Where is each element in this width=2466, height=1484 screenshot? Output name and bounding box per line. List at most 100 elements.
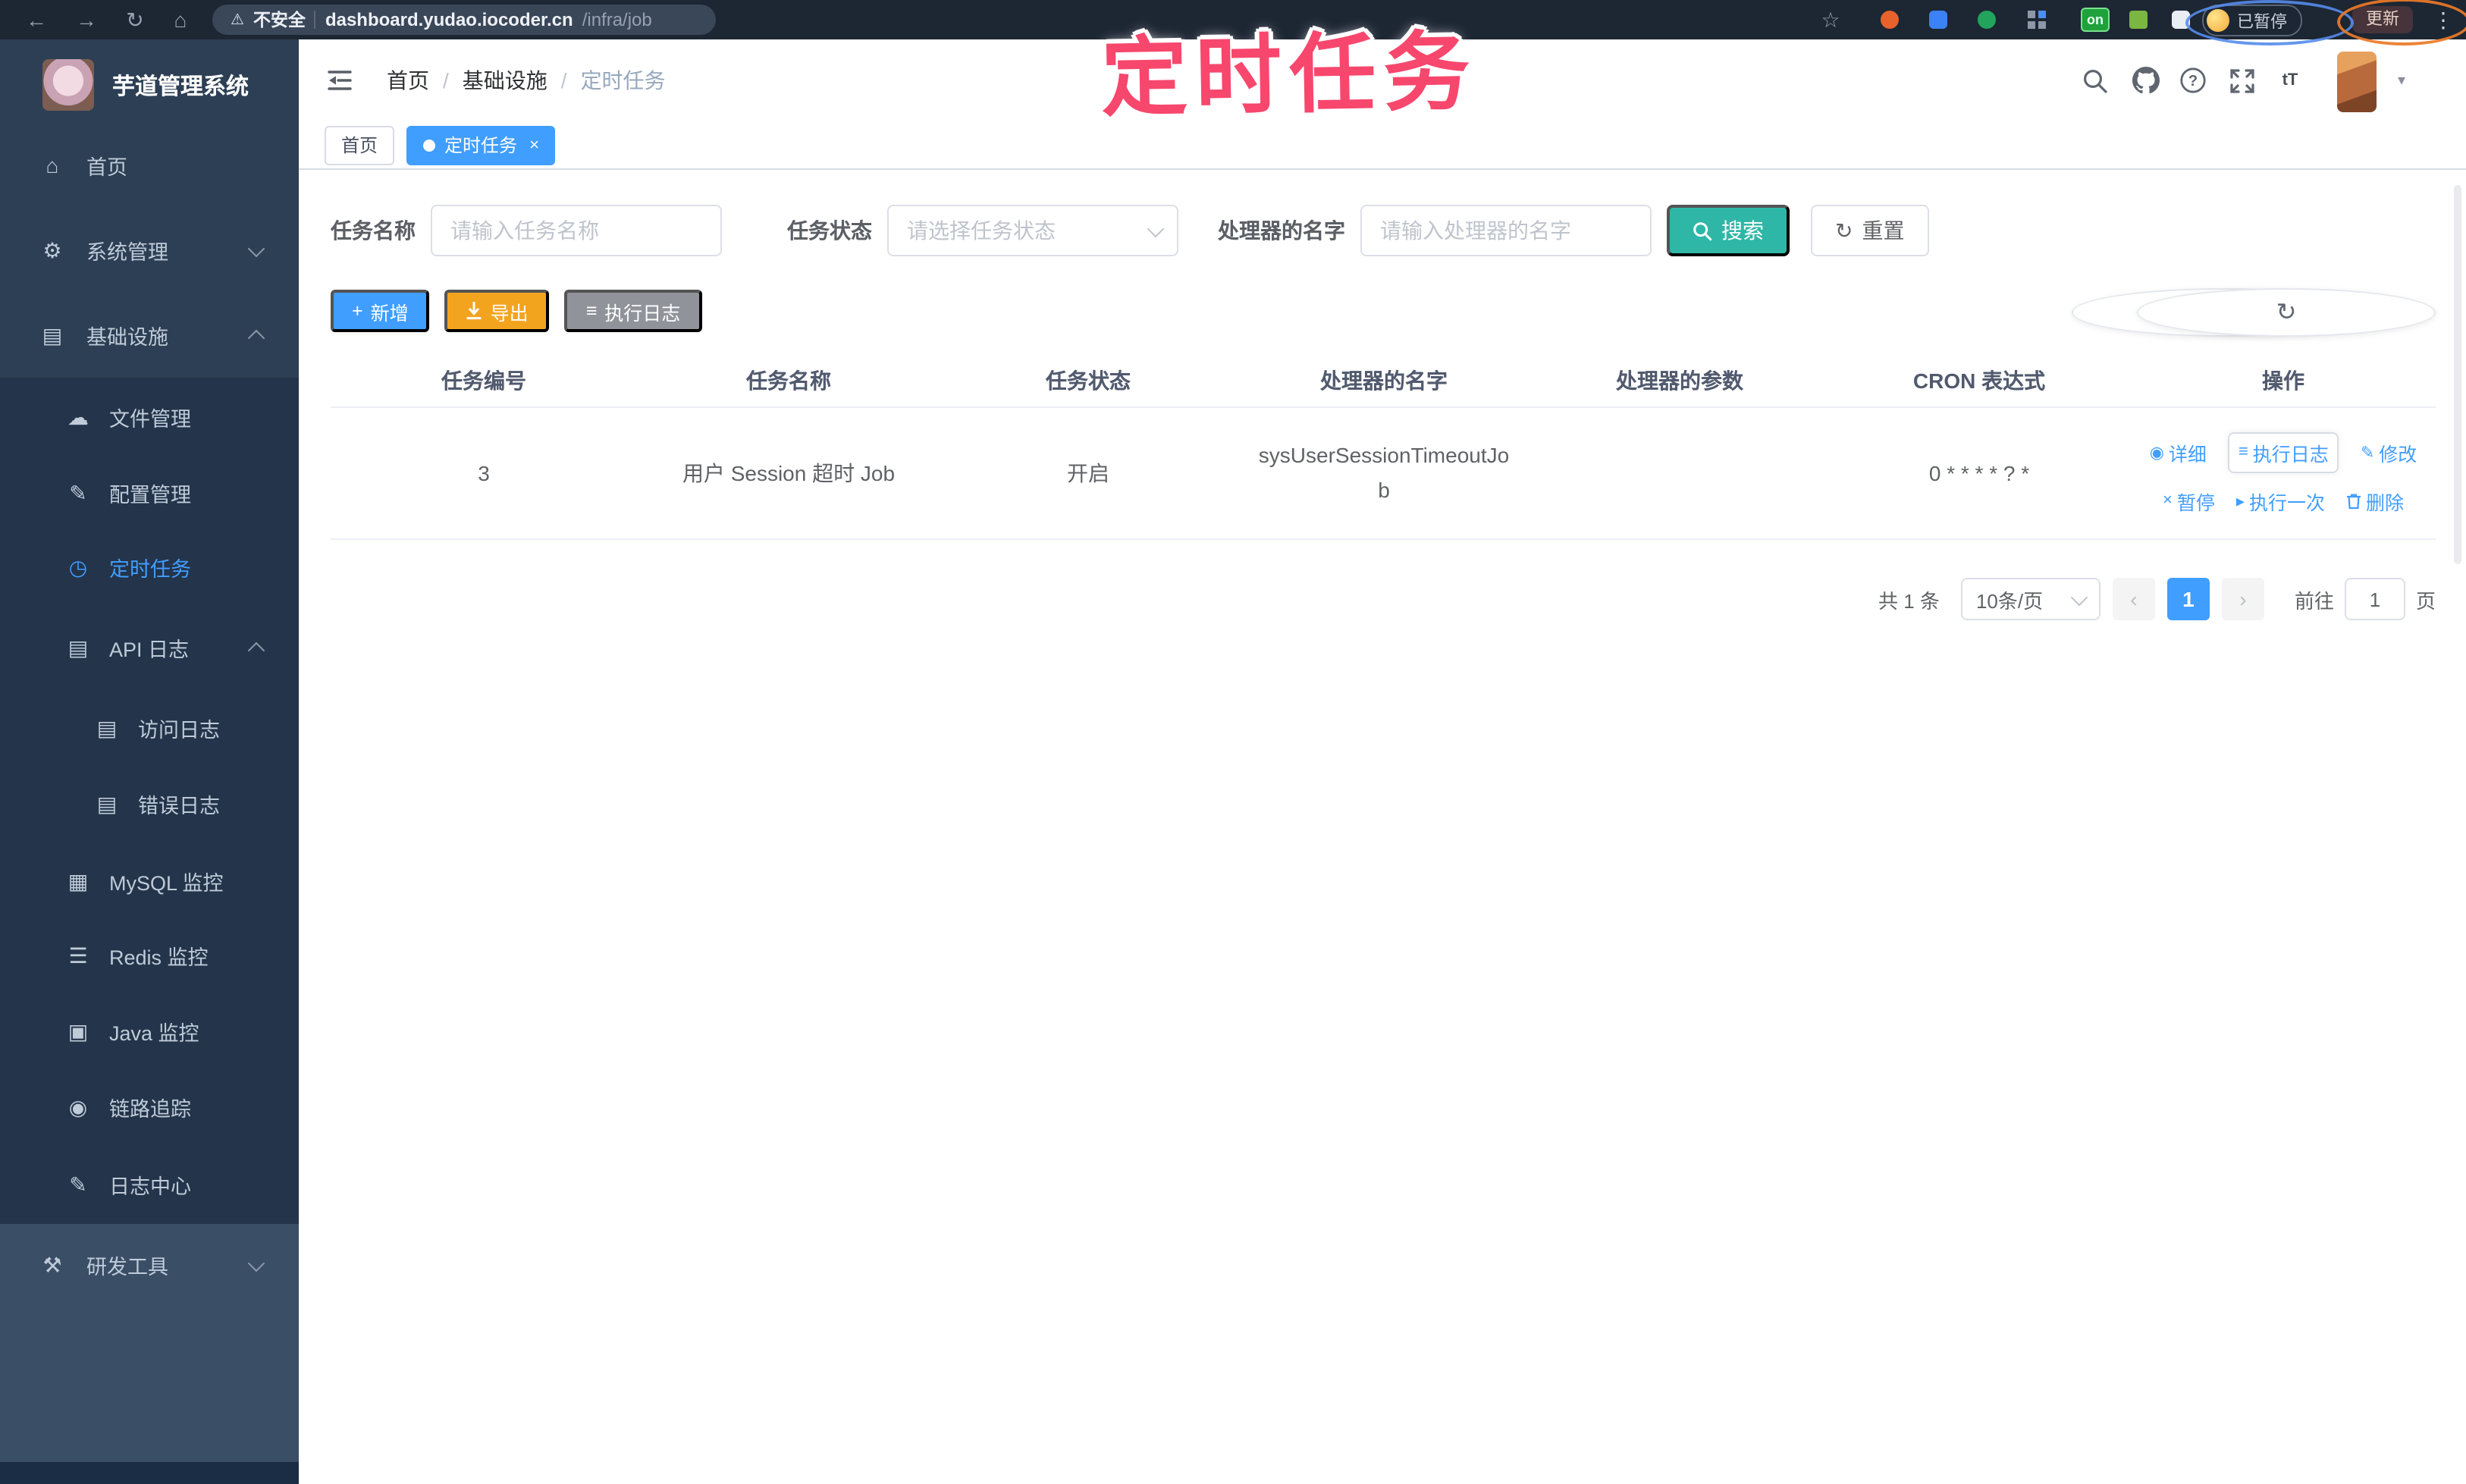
database-icon: ▦	[67, 868, 89, 893]
breadcrumb-infrastructure[interactable]: 基础设施	[463, 65, 547, 96]
help-icon[interactable]: ?	[2175, 39, 2211, 121]
job-status-select[interactable]: 请选择任务状态	[887, 205, 1178, 256]
breadcrumb-separator: /	[443, 68, 449, 93]
col-handler-name: 处理器的名字	[1320, 369, 1448, 393]
refresh-icon: ↻	[2276, 300, 2297, 326]
exec-log-button[interactable]: ≡ 执行日志	[564, 290, 702, 332]
security-label[interactable]: 不安全	[253, 8, 306, 32]
svg-text:?: ?	[2188, 73, 2198, 89]
extension-blue-icon[interactable]	[1929, 11, 1947, 29]
bookmark-star-icon[interactable]: ☆	[1817, 0, 1844, 39]
log-icon: ▤	[96, 715, 118, 739]
github-icon[interactable]	[2128, 39, 2164, 121]
sidebar-item-dev-tools[interactable]: ⚒ 研发工具	[0, 1227, 299, 1303]
sidebar-item-label: API 日志	[109, 638, 190, 661]
plus-icon: +	[352, 300, 363, 322]
tab-cron-job[interactable]: 定时任务 ×	[406, 125, 556, 165]
sidebar-item-label: 链路追踪	[109, 1098, 191, 1121]
goto-page-input[interactable]	[2344, 578, 2405, 620]
paused-badge-label: 已暂停	[2237, 13, 2287, 31]
sidebar-item-home[interactable]: ⌂ 首页	[0, 123, 299, 208]
reset-button-label: 重置	[1862, 218, 1905, 243]
user-avatar[interactable]	[2337, 52, 2377, 112]
extension-grid-icon[interactable]	[2028, 11, 2046, 29]
search-icon[interactable]	[2076, 39, 2113, 121]
url-domain[interactable]: dashboard.yudao.iocoder.cn	[325, 9, 573, 30]
download-icon	[467, 302, 482, 320]
avatar-caret-icon[interactable]: ▾	[2398, 39, 2405, 121]
job-table: 任务编号 任务名称 任务状态 处理器的名字 处理器的参数 CRON 表达式 操作…	[331, 355, 2436, 540]
export-button[interactable]: 导出	[444, 290, 550, 332]
sidebar-item-infrastructure[interactable]: ▤ 基础设施	[0, 293, 299, 378]
delete-link[interactable]: 删除	[2346, 486, 2404, 515]
sidebar-item-label: 定时任务	[109, 558, 191, 581]
handler-name-input[interactable]	[1360, 205, 1652, 256]
infrastructure-icon: ▤	[42, 322, 63, 347]
extension-leaf-icon[interactable]	[2129, 11, 2148, 29]
breadcrumb-separator: /	[560, 68, 567, 93]
sidebar-item-mysql-monitor[interactable]: ▦ MySQL 监控	[0, 843, 299, 919]
sidebar-item-api-log[interactable]: ▤ API 日志	[0, 610, 299, 686]
sidebar-item-label: 研发工具	[86, 1256, 168, 1278]
sidebar-item-cron-job[interactable]: ◷ 定时任务	[0, 529, 299, 605]
logo-avatar	[42, 59, 94, 111]
browser-reload-icon[interactable]: ↻	[121, 0, 149, 39]
browser-home-icon[interactable]: ⌂	[167, 0, 194, 39]
run-once-link[interactable]: ▸ 执行一次	[2236, 486, 2325, 515]
on-badge[interactable]: on	[2081, 8, 2110, 32]
page-scrollbar[interactable]	[2454, 185, 2461, 564]
update-button[interactable]: 更新	[2352, 6, 2413, 33]
breadcrumb-current: 定时任务	[580, 68, 666, 93]
next-page-button[interactable]: ›	[2221, 578, 2264, 620]
sidebar-item-label: 访问日志	[138, 719, 220, 742]
job-name-input[interactable]	[431, 205, 722, 256]
extension-orange-icon[interactable]	[1881, 11, 1899, 29]
fullscreen-icon[interactable]	[2223, 39, 2260, 121]
sidebar-collapse-icon[interactable]	[326, 68, 353, 100]
table-toolbar: + 新增 导出 ≡ 执行日志 ↻	[331, 288, 2436, 337]
pause-link[interactable]: × 暂停	[2163, 486, 2215, 515]
cell-job-id: 3	[478, 461, 490, 485]
page-size-select[interactable]: 10条/页	[1960, 578, 2100, 620]
breadcrumb-home[interactable]: 首页	[387, 65, 429, 96]
exec-log-link[interactable]: ≡ 执行日志	[2227, 431, 2339, 472]
browser-forward-icon[interactable]: →	[73, 0, 100, 39]
select-placeholder: 请选择任务状态	[907, 218, 1056, 243]
profile-paused-chip[interactable]: 已暂停	[2202, 5, 2302, 36]
top-navbar: 首页 / 基础设施 / 定时任务 ? tT ▾	[299, 39, 2466, 123]
col-job-name: 任务名称	[746, 369, 831, 393]
edit-icon: ✎	[69, 480, 87, 504]
extension-green-icon[interactable]	[1978, 11, 1996, 29]
add-button[interactable]: + 新增	[331, 290, 430, 332]
col-handler-param: 处理器的参数	[1616, 369, 1743, 393]
sidebar-item-config-manage[interactable]: ✎ 配置管理	[0, 455, 299, 531]
edit-link[interactable]: ✎ 修改	[2361, 431, 2417, 472]
extensions-puzzle-icon[interactable]	[2172, 11, 2190, 29]
page-1-button[interactable]: 1	[2166, 578, 2210, 620]
cell-job-name: 用户 Session 超时 Job	[682, 461, 896, 485]
search-button[interactable]: 搜索	[1667, 205, 1790, 256]
sidebar-item-log-center[interactable]: ✎ 日志中心	[0, 1147, 299, 1222]
sidebar-item-java-monitor[interactable]: ▣ Java 监控	[0, 993, 299, 1069]
sidebar-item-system-manage[interactable]: ⚙ 系统管理	[0, 208, 299, 293]
sidebar-item-file-manage[interactable]: ☁ 文件管理	[0, 379, 299, 455]
browser-back-icon[interactable]: ←	[23, 0, 50, 39]
tab-home[interactable]: 首页	[325, 125, 395, 165]
filter-form: 任务名称 任务状态 请选择任务状态 处理器的名字 搜索 ↻ 重置	[331, 203, 2436, 258]
font-size-icon[interactable]: tT	[2272, 39, 2308, 121]
sidebar-item-access-log[interactable]: ▤ 访问日志	[0, 690, 299, 766]
sidebar-item-trace[interactable]: ◉ 链路追踪	[0, 1069, 299, 1145]
prev-page-button[interactable]: ‹	[2112, 578, 2155, 620]
address-bar[interactable]: ⚠ 不安全 dashboard.yudao.iocoder.cn/infra/j…	[212, 5, 716, 35]
reset-button[interactable]: ↻ 重置	[1811, 205, 1929, 256]
close-icon[interactable]: ×	[529, 136, 539, 154]
sidebar-item-redis-monitor[interactable]: ☰ Redis 监控	[0, 918, 299, 993]
screen: ← → ↻ ⌂ ⚠ 不安全 dashboard.yudao.iocoder.cn…	[0, 0, 2466, 1484]
sidebar-item-label: 首页	[86, 156, 127, 179]
detail-link[interactable]: ◉ 详细	[2150, 431, 2207, 472]
refresh-table-button[interactable]: ↻	[2137, 288, 2436, 337]
browser-menu-icon[interactable]: ⋮	[2430, 0, 2457, 39]
warning-icon: ⚠	[231, 11, 244, 28]
sidebar-item-error-log[interactable]: ▤ 错误日志	[0, 766, 299, 842]
url-divider	[314, 11, 316, 29]
